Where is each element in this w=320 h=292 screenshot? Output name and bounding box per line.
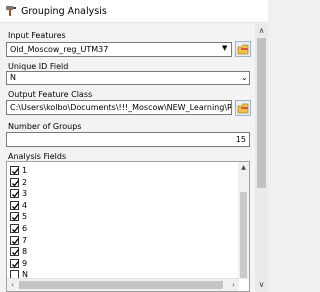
folder-icon bbox=[237, 103, 249, 114]
chevron-left-icon[interactable]: ‹ bbox=[7, 279, 18, 291]
checkmark-icon bbox=[12, 226, 20, 233]
analysis-field-label: 8 bbox=[22, 247, 28, 257]
analysis-field-item[interactable]: 1 bbox=[10, 165, 210, 177]
parameters-panel: Input Features Old_Moscow_reg_UTM37 ▼ Un… bbox=[0, 24, 255, 292]
chevron-down-icon[interactable]: ▼ bbox=[222, 44, 227, 52]
analysis-field-item[interactable]: 5 bbox=[10, 211, 210, 223]
scroll-thumb[interactable] bbox=[19, 281, 223, 289]
checkmark-icon bbox=[12, 214, 20, 221]
analysis-fields-vertical-scrollbar[interactable]: ▲ bbox=[238, 162, 249, 279]
checkbox-checked[interactable] bbox=[10, 177, 20, 187]
analysis-field-label: 3 bbox=[22, 189, 28, 199]
analysis-field-label: 6 bbox=[22, 224, 28, 233]
analysis-field-item[interactable]: 2 bbox=[10, 177, 210, 189]
analysis-field-label: 7 bbox=[22, 235, 28, 245]
scroll-thumb[interactable] bbox=[257, 38, 266, 188]
analysis-field-item[interactable]: 3 bbox=[10, 188, 210, 200]
folder-icon bbox=[237, 44, 249, 55]
input-features-label: Input Features bbox=[8, 31, 66, 40]
checkbox-checked[interactable] bbox=[10, 235, 20, 245]
title-bar: Grouping Analysis bbox=[0, 0, 268, 23]
checkmark-icon bbox=[12, 237, 20, 245]
checkmark-icon bbox=[12, 168, 20, 175]
analysis-fields-list: 123456789N ▲ ‹ › bbox=[6, 161, 250, 292]
input-features-value: Old_Moscow_reg_UTM37 bbox=[10, 45, 109, 54]
checkmark-icon bbox=[12, 191, 20, 198]
analysis-fields-label: Analysis Fields bbox=[8, 152, 67, 161]
chevron-up-icon[interactable]: ▲ bbox=[238, 162, 249, 174]
checkbox-checked[interactable] bbox=[10, 200, 20, 210]
unique-id-value: N bbox=[10, 73, 16, 82]
input-features-dropdown[interactable]: Old_Moscow_reg_UTM37 bbox=[6, 42, 232, 57]
unique-id-label: Unique ID Field bbox=[8, 62, 69, 71]
analysis-fields-horizontal-scrollbar[interactable]: ‹ › bbox=[7, 278, 239, 291]
number-of-groups-label: Number of Groups bbox=[8, 122, 82, 131]
chevron-up-icon[interactable]: ∧ bbox=[255, 24, 268, 38]
input-features-browse-button[interactable] bbox=[235, 41, 251, 57]
checkbox-checked[interactable] bbox=[10, 189, 20, 199]
output-feature-class-label: Output Feature Class bbox=[8, 90, 93, 99]
checkbox-checked[interactable] bbox=[10, 247, 20, 257]
analysis-field-label: 1 bbox=[22, 166, 28, 175]
chevron-right-icon[interactable]: › bbox=[228, 279, 239, 291]
analysis-field-item[interactable]: 9 bbox=[10, 258, 210, 270]
chevron-down-icon[interactable]: ∨ bbox=[255, 278, 268, 292]
chevron-down-icon[interactable]: ⌄ bbox=[241, 73, 248, 82]
checkmark-icon bbox=[12, 249, 20, 256]
checkbox-checked[interactable] bbox=[10, 224, 20, 233]
checkbox-checked[interactable] bbox=[10, 258, 20, 268]
analysis-field-item[interactable]: 7 bbox=[10, 235, 210, 247]
window-title: Grouping Analysis bbox=[21, 6, 107, 17]
output-feature-class-input[interactable]: C:\Users\kolbo\Documents\!!!_Moscow\NEW_… bbox=[6, 100, 232, 115]
checkmark-icon bbox=[12, 260, 20, 268]
checkbox-checked[interactable] bbox=[10, 212, 20, 222]
panel-vertical-scrollbar[interactable]: ∧ ∨ bbox=[255, 24, 268, 292]
analysis-field-item[interactable]: 4 bbox=[10, 200, 210, 212]
output-feature-class-value: C:\Users\kolbo\Documents\!!!_Moscow\NEW_… bbox=[10, 103, 232, 112]
number-of-groups-value: 15 bbox=[235, 135, 246, 144]
hammer-icon bbox=[5, 5, 18, 17]
checkbox-checked[interactable] bbox=[10, 166, 20, 175]
number-of-groups-input[interactable]: 15 bbox=[6, 132, 250, 147]
analysis-field-label: 4 bbox=[22, 200, 28, 210]
analysis-field-label: 2 bbox=[22, 177, 28, 187]
unique-id-dropdown[interactable]: N bbox=[6, 71, 250, 85]
output-feature-class-browse-button[interactable] bbox=[235, 100, 251, 116]
scroll-thumb[interactable] bbox=[240, 192, 247, 278]
checkmark-icon bbox=[12, 179, 20, 187]
checkmark-icon bbox=[12, 202, 20, 210]
analysis-field-item[interactable]: 6 bbox=[10, 223, 210, 235]
analysis-field-label: 5 bbox=[22, 212, 28, 222]
analysis-field-label: 9 bbox=[22, 258, 28, 268]
analysis-field-item[interactable]: 8 bbox=[10, 246, 210, 258]
